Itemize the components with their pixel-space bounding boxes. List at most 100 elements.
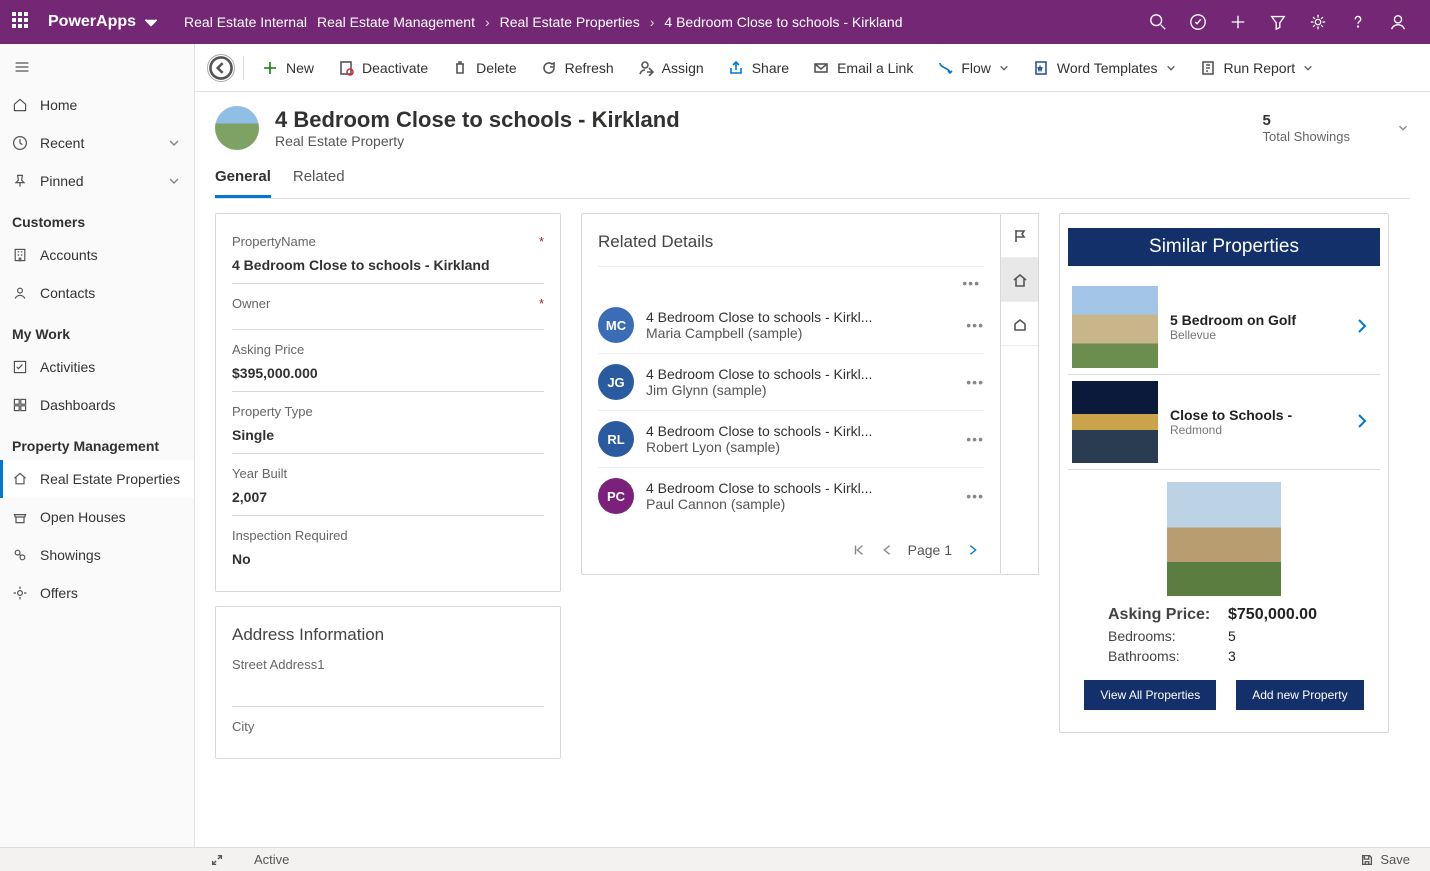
nav-contacts[interactable]: Contacts — [0, 274, 194, 312]
chevron-down-icon — [999, 60, 1009, 76]
more-icon[interactable]: ••• — [966, 317, 984, 333]
chevron-down-icon[interactable] — [1396, 121, 1410, 135]
house-icon — [12, 471, 28, 487]
required-icon: * — [539, 234, 544, 249]
cmd-label: Run Report — [1224, 60, 1296, 76]
nav-offers[interactable]: Offers — [0, 574, 194, 612]
rail-home[interactable] — [1001, 302, 1038, 346]
search-icon[interactable] — [1138, 0, 1178, 44]
field-inspection[interactable]: Inspection Required No — [232, 522, 544, 577]
nav-dashboards[interactable]: Dashboards — [0, 386, 194, 424]
similar-item[interactable]: Close to Schools -Redmond — [1068, 375, 1380, 470]
field-askingprice[interactable]: Asking Price $395,000.000 — [232, 336, 544, 392]
chevron-down-icon[interactable] — [142, 13, 160, 31]
next-page-icon[interactable] — [966, 543, 980, 557]
app-launcher-icon[interactable] — [12, 12, 32, 32]
cmd-word[interactable]: Word Templates — [1023, 54, 1186, 82]
nav-label: Recent — [40, 135, 84, 151]
more-icon[interactable]: ••• — [966, 431, 984, 447]
kpi-total-showings: 5 Total Showings — [1263, 112, 1380, 144]
field-city[interactable]: City — [232, 713, 544, 744]
nav-showings[interactable]: Showings — [0, 536, 194, 574]
field-propertytype[interactable]: Property Type Single — [232, 398, 544, 454]
person-icon — [12, 285, 28, 301]
cmd-label: Word Templates — [1057, 60, 1158, 76]
field-street[interactable]: Street Address1 — [232, 651, 544, 707]
required-icon: * — [539, 296, 544, 311]
app-name[interactable]: PowerApps — [48, 13, 136, 31]
rail-flag[interactable] — [1001, 214, 1038, 258]
chevron-right-icon[interactable] — [1348, 413, 1376, 432]
save-icon — [1360, 853, 1374, 867]
breadcrumb-item[interactable]: 4 Bedroom Close to schools - Kirkland — [664, 14, 902, 30]
cmd-assign[interactable]: Assign — [628, 54, 714, 82]
offer-icon — [12, 585, 28, 601]
property-thumb — [1072, 286, 1158, 368]
nav-activities[interactable]: Activities — [0, 348, 194, 386]
cmd-label: Email a Link — [837, 60, 913, 76]
help-icon[interactable] — [1338, 0, 1378, 44]
related-row[interactable]: JG 4 Bedroom Close to schools - Kirkl...… — [598, 354, 984, 411]
hamburger-button[interactable] — [0, 48, 194, 86]
rail-house[interactable] — [1001, 258, 1038, 302]
nav-home[interactable]: Home — [0, 86, 194, 124]
settings-icon[interactable] — [1298, 0, 1338, 44]
cmd-share[interactable]: Share — [718, 54, 799, 82]
add-property-button[interactable]: Add new Property — [1236, 680, 1363, 710]
cmd-run[interactable]: Run Report — [1190, 54, 1324, 82]
cmd-refresh[interactable]: Refresh — [531, 54, 624, 82]
tab-general[interactable]: General — [215, 158, 271, 198]
nav-accounts[interactable]: Accounts — [0, 236, 194, 274]
expand-icon[interactable] — [210, 853, 224, 867]
nav-openhouses[interactable]: Open Houses — [0, 498, 194, 536]
related-subtitle: Jim Glynn (sample) — [646, 382, 954, 398]
related-row[interactable]: PC 4 Bedroom Close to schools - Kirkl...… — [598, 468, 984, 524]
nav-pinned[interactable]: Pinned — [0, 162, 194, 200]
pager: Page 1 — [598, 524, 984, 560]
prev-page-icon[interactable] — [880, 543, 894, 557]
similar-item[interactable]: 5 Bedroom on GolfBellevue — [1068, 280, 1380, 375]
breadcrumb: Real Estate Internal Real Estate Managem… — [184, 14, 902, 30]
back-button[interactable] — [207, 54, 235, 82]
avatar: JG — [598, 364, 634, 400]
nav-properties[interactable]: Real Estate Properties — [0, 460, 194, 498]
related-row[interactable]: MC 4 Bedroom Close to schools - Kirkl...… — [598, 297, 984, 354]
field-label: Owner — [232, 296, 270, 311]
user-icon[interactable] — [1378, 0, 1418, 44]
more-icon[interactable]: ••• — [966, 374, 984, 390]
cmd-label: Refresh — [565, 60, 614, 76]
field-propertyname[interactable]: PropertyName* 4 Bedroom Close to schools… — [232, 228, 544, 284]
tab-related[interactable]: Related — [293, 158, 345, 198]
related-subtitle: Paul Cannon (sample) — [646, 496, 954, 512]
field-owner[interactable]: Owner * — [232, 290, 544, 330]
field-label: City — [232, 719, 254, 734]
related-title: Related Details — [598, 228, 713, 258]
view-all-button[interactable]: View All Properties — [1084, 680, 1216, 710]
related-subtitle: Maria Campbell (sample) — [646, 325, 954, 341]
nav-label: Offers — [40, 585, 78, 601]
add-icon[interactable] — [1218, 0, 1258, 44]
cmd-new[interactable]: New — [252, 54, 324, 82]
breadcrumb-item[interactable]: Real Estate Management — [317, 14, 475, 30]
related-row[interactable]: RL 4 Bedroom Close to schools - Kirkl...… — [598, 411, 984, 468]
field-value — [232, 680, 544, 696]
breadcrumb-item[interactable]: Real Estate Properties — [500, 14, 640, 30]
breadcrumb-item[interactable]: Real Estate Internal — [184, 14, 307, 30]
cmd-flow[interactable]: Flow — [927, 54, 1019, 82]
first-page-icon[interactable] — [852, 543, 866, 557]
record-image[interactable] — [215, 106, 259, 150]
save-button[interactable]: Save — [1360, 852, 1410, 867]
cmd-delete[interactable]: Delete — [442, 54, 526, 82]
bedrooms-label: Bedrooms: — [1108, 628, 1218, 644]
field-label: Property Type — [232, 404, 313, 419]
task-icon[interactable] — [1178, 0, 1218, 44]
chevron-right-icon[interactable] — [1348, 318, 1376, 337]
cmd-deactivate[interactable]: Deactivate — [328, 54, 438, 82]
filter-icon[interactable] — [1258, 0, 1298, 44]
kpi-label: Total Showings — [1263, 129, 1350, 144]
more-icon[interactable]: ••• — [962, 275, 980, 291]
cmd-email[interactable]: Email a Link — [803, 54, 923, 82]
nav-recent[interactable]: Recent — [0, 124, 194, 162]
more-icon[interactable]: ••• — [966, 488, 984, 504]
field-yearbuilt[interactable]: Year Built 2,007 — [232, 460, 544, 516]
